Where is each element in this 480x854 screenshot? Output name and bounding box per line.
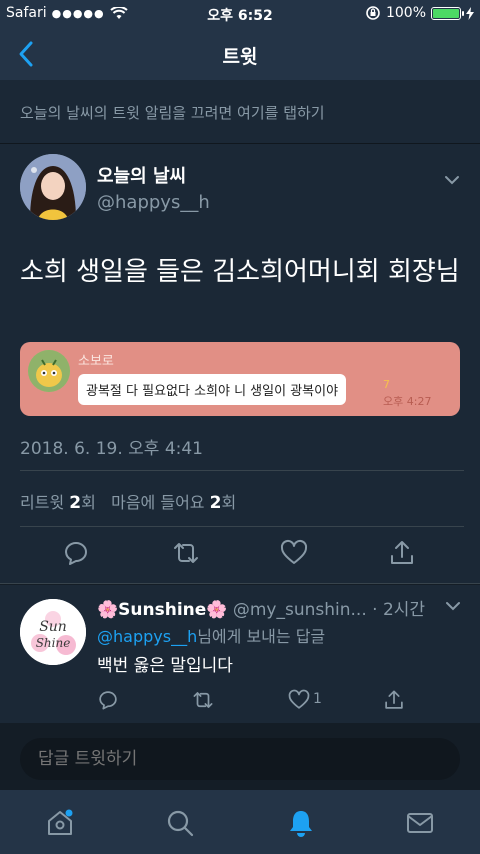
tweet-timestamp: 2018. 6. 19. 오후 4:41 [20, 439, 203, 459]
retweet-stat[interactable]: 리트윗 2회 [20, 493, 96, 513]
reply-age: · 2시간 [372, 600, 426, 620]
media-read-count: 7 [383, 378, 390, 391]
retweet-label: 리트윗 [20, 493, 65, 512]
media-message-bubble: 광복절 다 필요없다 소희야 니 생일이 광복이야 [78, 374, 347, 405]
retweet-count: 2 [69, 493, 82, 513]
reply-to-suffix: 님에게 보내는 답글 [197, 627, 326, 646]
nav-bar: 트윗 [0, 28, 480, 80]
reply-avatar-image: Sun Shine [20, 599, 86, 665]
sender-avatar [28, 350, 70, 392]
search-icon[interactable] [165, 808, 195, 838]
charging-icon [466, 6, 474, 20]
tweet-detail: 오늘의 날씨 @happys__h 소희 생일을 들은 김소희어머니회 회쟝님 … [0, 144, 480, 584]
retweet-icon[interactable] [192, 689, 214, 711]
notification-banner[interactable]: 오늘의 날씨의 트윗 알림을 끄려면 여기를 탭하기 [0, 80, 480, 144]
tweet-actions [0, 539, 480, 569]
reply-to-line: @happys__h님에게 보내는 답글 [97, 623, 325, 647]
like-count: 2 [209, 493, 222, 513]
reply-author-name[interactable]: 🌸Sunshine🌸 [97, 600, 227, 620]
reply-composer [0, 727, 480, 790]
reply-avatar[interactable]: Sun Shine [20, 599, 86, 665]
reply-author-handle[interactable]: @my_sunshin... [233, 600, 367, 620]
page-title: 트윗 [222, 46, 258, 68]
messages-icon[interactable] [405, 808, 435, 838]
divider [20, 526, 464, 527]
tweet-media-image[interactable]: 소보로 광복절 다 필요없다 소희야 니 생일이 광복이야 7 오후 4:27 [20, 342, 460, 416]
like-unit: 회 [221, 493, 237, 512]
home-icon[interactable] [45, 808, 75, 838]
reply-icon[interactable] [62, 539, 90, 567]
retweet-icon[interactable] [172, 539, 200, 567]
like-stat[interactable]: 마음에 들어요 2회 [111, 493, 237, 513]
reply-text: 백번 옳은 말입니다 [97, 656, 233, 676]
like-label: 마음에 들어요 [111, 493, 205, 512]
media-sender-name: 소보로 [78, 354, 114, 369]
tweet-author[interactable]: 오늘의 날씨 @happys__h [97, 162, 210, 213]
divider [20, 470, 464, 471]
reply-tweet[interactable]: Sun Shine 🌸Sunshine🌸 @my_sunshin... · 2시… [0, 585, 480, 723]
battery-fill [433, 8, 459, 18]
avatar-text-bottom: Shine [36, 636, 71, 650]
battery-percent: 100% [385, 5, 426, 21]
reply-header: 🌸Sunshine🌸 @my_sunshin... · 2시간 [97, 595, 425, 620]
retweet-unit: 회 [81, 493, 96, 512]
notifications-icon[interactable] [286, 808, 316, 838]
chevron-down-icon[interactable] [446, 601, 460, 611]
status-right: 100% [365, 5, 474, 21]
share-icon[interactable] [383, 689, 405, 711]
chevron-down-icon[interactable] [444, 174, 460, 186]
reply-to-link[interactable]: @happys__h [97, 627, 197, 646]
media-time: 오후 4:27 [383, 395, 432, 408]
reply-like-count: 1 [313, 691, 322, 707]
status-bar: Safari ●●●●● 오후 6:52 100% [0, 0, 480, 28]
avatar-image [20, 154, 86, 220]
share-icon[interactable] [388, 539, 416, 567]
tab-bar [0, 790, 480, 854]
tweet-stats: 리트윗 2회 마음에 들어요 2회 [20, 489, 236, 513]
orientation-lock-icon [366, 6, 380, 20]
reply-actions: 1 [0, 689, 480, 713]
tweet-text: 소희 생일을 들은 김소희어머니회 회쟝님 [20, 257, 460, 287]
author-handle: @happys__h [97, 192, 210, 213]
heart-icon[interactable] [288, 689, 310, 711]
avatar[interactable] [20, 154, 86, 220]
reply-input[interactable] [20, 738, 460, 780]
author-name: 오늘의 날씨 [97, 166, 187, 187]
heart-icon[interactable] [280, 539, 308, 567]
reply-icon[interactable] [97, 689, 119, 711]
avatar-text-top: Sun [39, 619, 67, 635]
battery-icon [431, 6, 464, 20]
